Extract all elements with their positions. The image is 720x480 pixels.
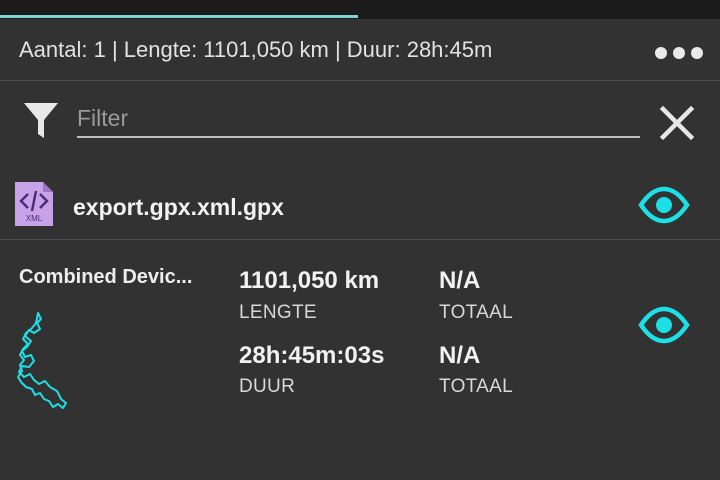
more-dots-icon bbox=[655, 47, 667, 59]
more-options-button[interactable] bbox=[648, 41, 703, 65]
eye-icon[interactable] bbox=[638, 305, 690, 345]
length-total-value: N/A bbox=[439, 267, 481, 294]
length-total-label: TOTAAL bbox=[439, 302, 513, 323]
length-value: 1101,050 km bbox=[239, 267, 380, 294]
track-name: Combined Devic... bbox=[19, 266, 193, 288]
filter-input[interactable] bbox=[77, 100, 640, 138]
xml-icon-caption: XML bbox=[26, 214, 43, 223]
xml-file-icon: XML bbox=[15, 182, 53, 226]
funnel-icon bbox=[24, 103, 58, 138]
summary-text: Aantal: 1 | Lengte: 1101,050 km | Duur: … bbox=[19, 37, 493, 62]
filter-row bbox=[0, 82, 720, 162]
duration-value: 28h:45m:03s bbox=[239, 342, 385, 369]
loading-progress-bar bbox=[0, 15, 720, 18]
file-list-item[interactable]: XML export.gpx.xml.gpx bbox=[0, 170, 720, 240]
duration-total-value: N/A bbox=[439, 342, 481, 369]
close-icon[interactable] bbox=[658, 104, 696, 142]
more-dots-icon bbox=[691, 47, 703, 59]
loading-progress-fill bbox=[0, 15, 358, 18]
file-name: export.gpx.xml.gpx bbox=[73, 194, 284, 220]
track-list-item[interactable]: Combined Devic... 1101,050 km LENGTE N/A… bbox=[0, 241, 720, 431]
track-route-thumbnail bbox=[17, 312, 67, 409]
more-dots-icon bbox=[673, 47, 685, 59]
length-label: LENGTE bbox=[239, 302, 317, 323]
summary-bar: Aantal: 1 | Lengte: 1101,050 km | Duur: … bbox=[0, 19, 720, 81]
duration-total-label: TOTAAL bbox=[439, 376, 513, 397]
eye-icon[interactable] bbox=[638, 185, 690, 225]
duration-label: DUUR bbox=[239, 376, 296, 397]
track-manager-screen: Aantal: 1 | Lengte: 1101,050 km | Duur: … bbox=[0, 0, 720, 480]
